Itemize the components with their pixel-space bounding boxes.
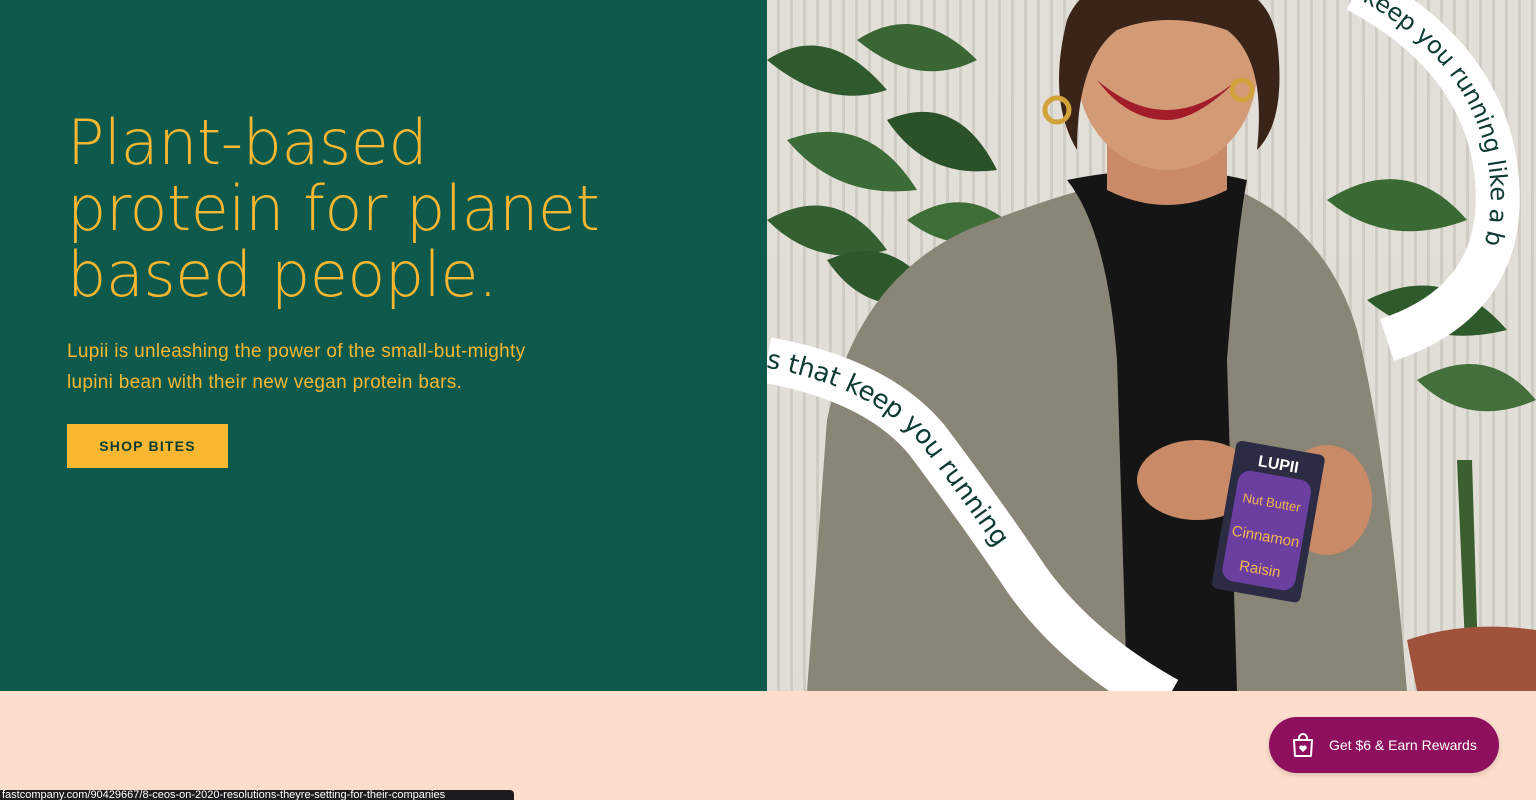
hero-photo: LUPII Nut Butter Cinnamon Raisin keep yo…	[767, 0, 1536, 691]
plant-pot	[1407, 626, 1536, 691]
hero-subtext: Lupii is unleashing the power of the sma…	[67, 336, 627, 398]
rewards-label: Get $6 & Earn Rewards	[1329, 737, 1477, 753]
hero-headline: Plant-based protein for planet based peo…	[67, 110, 687, 308]
hero-text-panel: Plant-based protein for planet based peo…	[0, 0, 767, 691]
shopping-bag-heart-icon	[1293, 733, 1313, 757]
hero-section: Plant-based protein for planet based peo…	[0, 0, 1536, 691]
subtext-line: Lupii is unleashing the power of the sma…	[67, 341, 526, 362]
shop-bites-button[interactable]: SHOP BITES	[67, 424, 228, 468]
hero-photo-illustration: LUPII Nut Butter Cinnamon Raisin keep yo…	[767, 0, 1536, 691]
subtext-line: lupini bean with their new vegan protein…	[67, 372, 463, 393]
headline-line: Plant-based	[67, 106, 428, 179]
headline-line: protein for planet	[67, 172, 600, 245]
link-preview-status: fastcompany.com/90429667/8-ceos-on-2020-…	[0, 790, 514, 800]
rewards-launcher-button[interactable]: Get $6 & Earn Rewards	[1269, 717, 1499, 773]
headline-line: based people.	[67, 238, 498, 311]
